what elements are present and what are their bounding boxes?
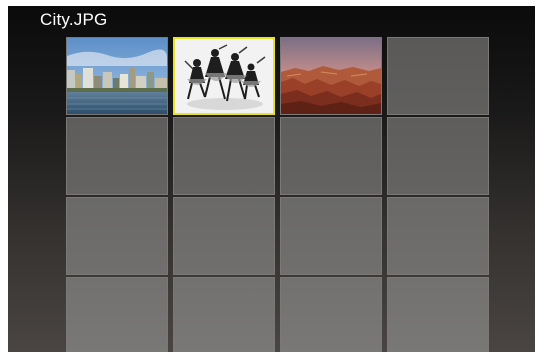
empty-slot bbox=[66, 277, 168, 352]
empty-slot bbox=[173, 277, 275, 352]
thumbnail-grid bbox=[66, 37, 489, 352]
thumbnail-city-harbor[interactable] bbox=[66, 37, 168, 115]
empty-slot bbox=[387, 117, 489, 195]
empty-slot bbox=[387, 277, 489, 352]
thumbnail-canyon[interactable] bbox=[280, 37, 382, 115]
canyon-sunset-photo-icon bbox=[281, 38, 381, 114]
empty-slot bbox=[280, 197, 382, 275]
empty-slot bbox=[173, 197, 275, 275]
empty-slot bbox=[387, 197, 489, 275]
file-name-title: City.JPG bbox=[40, 10, 108, 29]
empty-slot bbox=[173, 117, 275, 195]
image-viewer: City.JPG bbox=[8, 6, 535, 352]
empty-slot bbox=[66, 197, 168, 275]
empty-slot bbox=[387, 37, 489, 115]
empty-slot bbox=[280, 117, 382, 195]
empty-slot bbox=[280, 277, 382, 352]
empty-slot bbox=[66, 117, 168, 195]
city-skyline-photo-icon bbox=[67, 38, 167, 114]
bw-dancers-photo-icon bbox=[175, 39, 273, 113]
thumbnail-dancers[interactable] bbox=[173, 37, 275, 115]
